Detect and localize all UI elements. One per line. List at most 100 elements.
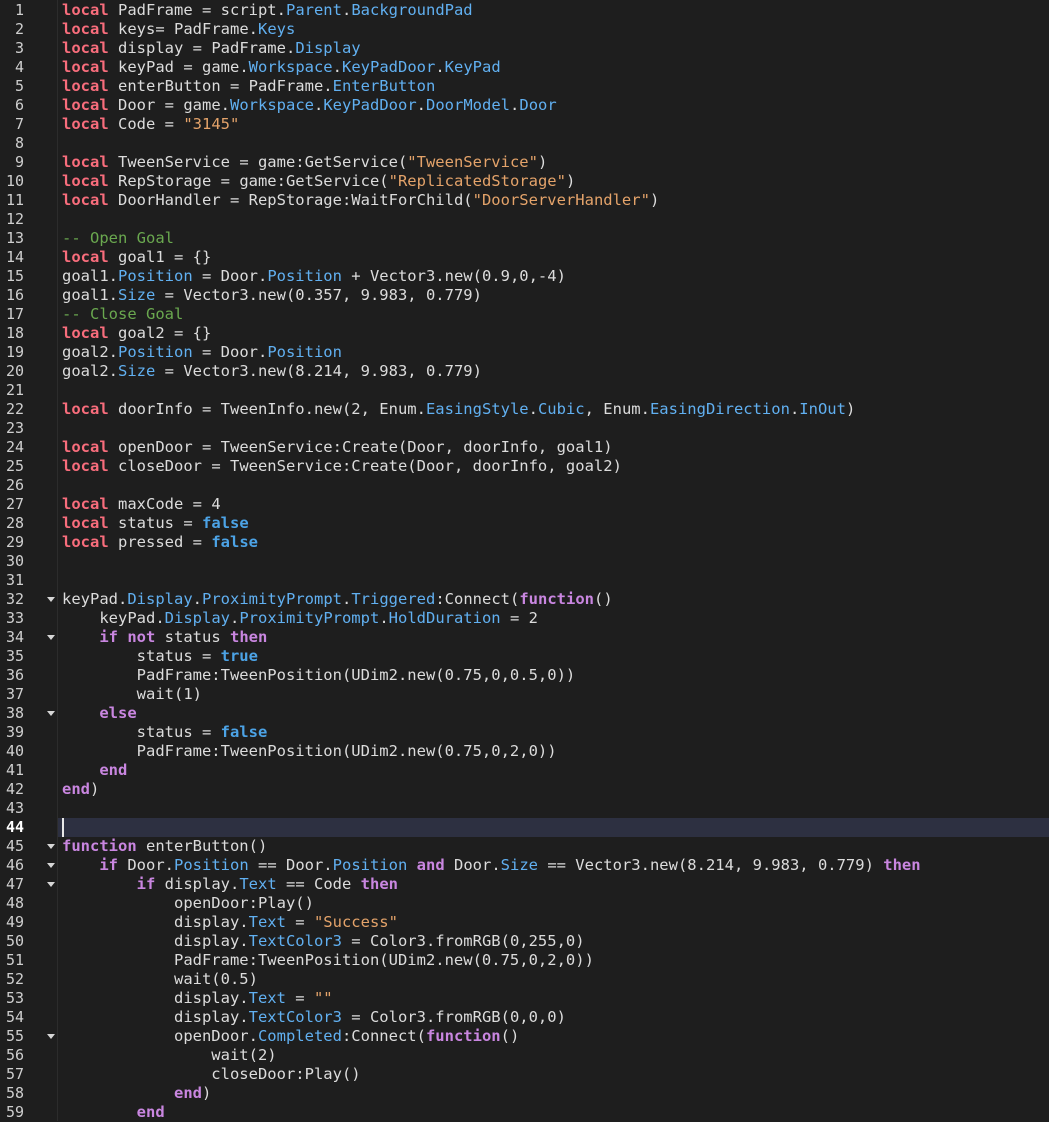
code-text[interactable]: display.Text = "Success"	[62, 913, 398, 932]
code-line[interactable]: 25 local closeDoor = TweenService:Create(…	[0, 457, 1049, 476]
code-line[interactable]: 42 end)	[0, 780, 1049, 799]
code-line[interactable]: 40 PadFrame:TweenPosition(UDim2.new(0.75…	[0, 742, 1049, 761]
code-line[interactable]: 56 wait(2)	[0, 1046, 1049, 1065]
code-text[interactable]: end	[62, 1103, 165, 1122]
code-line[interactable]: 21	[0, 381, 1049, 400]
code-text[interactable]: openDoor.Completed:Connect(function()	[62, 1027, 519, 1046]
code-text[interactable]: if display.Text == Code then	[62, 875, 398, 894]
code-text[interactable]: local status = false	[62, 514, 249, 533]
code-text[interactable]: local RepStorage = game:GetService("Repl…	[62, 172, 575, 191]
code-text[interactable]: display.TextColor3 = Color3.fromRGB(0,0,…	[62, 1008, 566, 1027]
code-line[interactable]: 51 PadFrame:TweenPosition(UDim2.new(0.75…	[0, 951, 1049, 970]
code-text[interactable]: -- Open Goal	[62, 229, 174, 248]
code-line[interactable]: 18 local goal2 = {}	[0, 324, 1049, 343]
code-text[interactable]: local Door = game.Workspace.KeyPadDoor.D…	[62, 96, 557, 115]
code-line[interactable]: 50 display.TextColor3 = Color3.fromRGB(0…	[0, 932, 1049, 951]
code-line[interactable]: 54 display.TextColor3 = Color3.fromRGB(0…	[0, 1008, 1049, 1027]
code-text[interactable]: wait(0.5)	[62, 970, 258, 989]
code-line[interactable]: 58 end)	[0, 1084, 1049, 1103]
code-line[interactable]: 19 goal2.Position = Door.Position	[0, 343, 1049, 362]
code-text[interactable]: local TweenService = game:GetService("Tw…	[62, 153, 547, 172]
code-text[interactable]: local PadFrame = script.Parent.Backgroun…	[62, 1, 473, 20]
code-line[interactable]: 55 openDoor.Completed:Connect(function()	[0, 1027, 1049, 1046]
code-line[interactable]: 44	[0, 818, 1049, 837]
code-line[interactable]: 4 local keyPad = game.Workspace.KeyPadDoo…	[0, 58, 1049, 77]
code-line[interactable]: 3 local display = PadFrame.Display	[0, 39, 1049, 58]
code-text[interactable]: status = false	[62, 723, 268, 742]
code-line[interactable]: 17 -- Close Goal	[0, 305, 1049, 324]
code-text[interactable]: local display = PadFrame.Display	[62, 39, 361, 58]
fold-arrow-icon[interactable]	[46, 856, 56, 875]
code-text[interactable]: if not status then	[62, 628, 267, 647]
code-line[interactable]: 46 if Door.Position == Door.Position and…	[0, 856, 1049, 875]
code-text[interactable]: end)	[62, 1084, 211, 1103]
script-editor[interactable]: 1 local PadFrame = script.Parent.Backgrou…	[0, 0, 1049, 1121]
code-line[interactable]: 53 display.Text = ""	[0, 989, 1049, 1008]
code-text[interactable]: goal2.Size = Vector3.new(8.214, 9.983, 0…	[62, 362, 482, 381]
code-text[interactable]: local doorInfo = TweenInfo.new(2, Enum.E…	[62, 400, 855, 419]
fold-arrow-icon[interactable]	[46, 1027, 56, 1046]
code-text[interactable]: local DoorHandler = RepStorage:WaitForCh…	[62, 191, 659, 210]
code-text[interactable]: local keys= PadFrame.Keys	[62, 20, 295, 39]
code-text[interactable]: PadFrame:TweenPosition(UDim2.new(0.75,0,…	[62, 742, 557, 761]
fold-arrow-icon[interactable]	[46, 704, 56, 723]
fold-arrow-icon[interactable]	[46, 837, 56, 856]
code-text[interactable]: wait(2)	[62, 1046, 276, 1065]
code-line[interactable]: 23	[0, 419, 1049, 438]
code-line[interactable]: 16 goal1.Size = Vector3.new(0.357, 9.983,…	[0, 286, 1049, 305]
code-line[interactable]: 1 local PadFrame = script.Parent.Backgrou…	[0, 1, 1049, 20]
code-line[interactable]: 41 end	[0, 761, 1049, 780]
code-text[interactable]: wait(1)	[62, 685, 202, 704]
code-text[interactable]: end)	[62, 780, 99, 799]
code-text[interactable]: local goal1 = {}	[62, 248, 211, 267]
code-line[interactable]: 10 local RepStorage = game:GetService("Re…	[0, 172, 1049, 191]
code-line[interactable]: 14 local goal1 = {}	[0, 248, 1049, 267]
code-line[interactable]: 30	[0, 552, 1049, 571]
code-line[interactable]: 35 status = true	[0, 647, 1049, 666]
code-text[interactable]: display.Text = ""	[62, 989, 333, 1008]
code-line[interactable]: 2 local keys= PadFrame.Keys	[0, 20, 1049, 39]
code-line[interactable]: 8	[0, 134, 1049, 153]
code-line[interactable]: 29 local pressed = false	[0, 533, 1049, 552]
code-line[interactable]: 7 local Code = "3145"	[0, 115, 1049, 134]
code-text[interactable]: local openDoor = TweenService:Create(Doo…	[62, 438, 613, 457]
code-text[interactable]: status = true	[62, 647, 258, 666]
code-line[interactable]: 32 keyPad.Display.ProximityPrompt.Trigger…	[0, 590, 1049, 609]
code-line[interactable]: 43	[0, 799, 1049, 818]
code-text[interactable]: goal1.Size = Vector3.new(0.357, 9.983, 0…	[62, 286, 482, 305]
code-line[interactable]: 22 local doorInfo = TweenInfo.new(2, Enum…	[0, 400, 1049, 419]
code-text[interactable]: display.TextColor3 = Color3.fromRGB(0,25…	[62, 932, 585, 951]
code-line[interactable]: 52 wait(0.5)	[0, 970, 1049, 989]
code-text[interactable]: goal1.Position = Door.Position + Vector3…	[62, 267, 566, 286]
code-line[interactable]: 31	[0, 571, 1049, 590]
code-line[interactable]: 38 else	[0, 704, 1049, 723]
code-line[interactable]: 28 local status = false	[0, 514, 1049, 533]
code-text[interactable]: -- Close Goal	[62, 305, 183, 324]
code-text[interactable]: end	[62, 761, 127, 780]
code-text[interactable]: local Code = "3145"	[62, 115, 239, 134]
code-line[interactable]: 12	[0, 210, 1049, 229]
code-line[interactable]: 6 local Door = game.Workspace.KeyPadDoor.…	[0, 96, 1049, 115]
code-line[interactable]: 47 if display.Text == Code then	[0, 875, 1049, 894]
code-line[interactable]: 33 keyPad.Display.ProximityPrompt.HoldDu…	[0, 609, 1049, 628]
code-line[interactable]: 20 goal2.Size = Vector3.new(8.214, 9.983,…	[0, 362, 1049, 381]
fold-arrow-icon[interactable]	[46, 875, 56, 894]
code-text[interactable]: function enterButton()	[62, 837, 267, 856]
code-text[interactable]: local closeDoor = TweenService:Create(Do…	[62, 457, 622, 476]
code-text[interactable]: local enterButton = PadFrame.EnterButton	[62, 77, 435, 96]
code-line[interactable]: 9 local TweenService = game:GetService("T…	[0, 153, 1049, 172]
code-line[interactable]: 59 end	[0, 1103, 1049, 1122]
code-text[interactable]: if Door.Position == Door.Position and Do…	[62, 856, 920, 875]
code-line[interactable]: 13 -- Open Goal	[0, 229, 1049, 248]
code-text[interactable]: goal2.Position = Door.Position	[62, 343, 342, 362]
code-text[interactable]: local keyPad = game.Workspace.KeyPadDoor…	[62, 58, 501, 77]
code-line[interactable]: 39 status = false	[0, 723, 1049, 742]
code-text[interactable]: PadFrame:TweenPosition(UDim2.new(0.75,0,…	[62, 666, 576, 685]
code-line[interactable]: 11 local DoorHandler = RepStorage:WaitFor…	[0, 191, 1049, 210]
code-line[interactable]: 24 local openDoor = TweenService:Create(D…	[0, 438, 1049, 457]
code-line[interactable]: 49 display.Text = "Success"	[0, 913, 1049, 932]
code-text[interactable]: openDoor:Play()	[62, 894, 314, 913]
code-text[interactable]: keyPad.Display.ProximityPrompt.Triggered…	[62, 590, 613, 609]
code-line[interactable]: 57 closeDoor:Play()	[0, 1065, 1049, 1084]
code-line[interactable]: 26	[0, 476, 1049, 495]
